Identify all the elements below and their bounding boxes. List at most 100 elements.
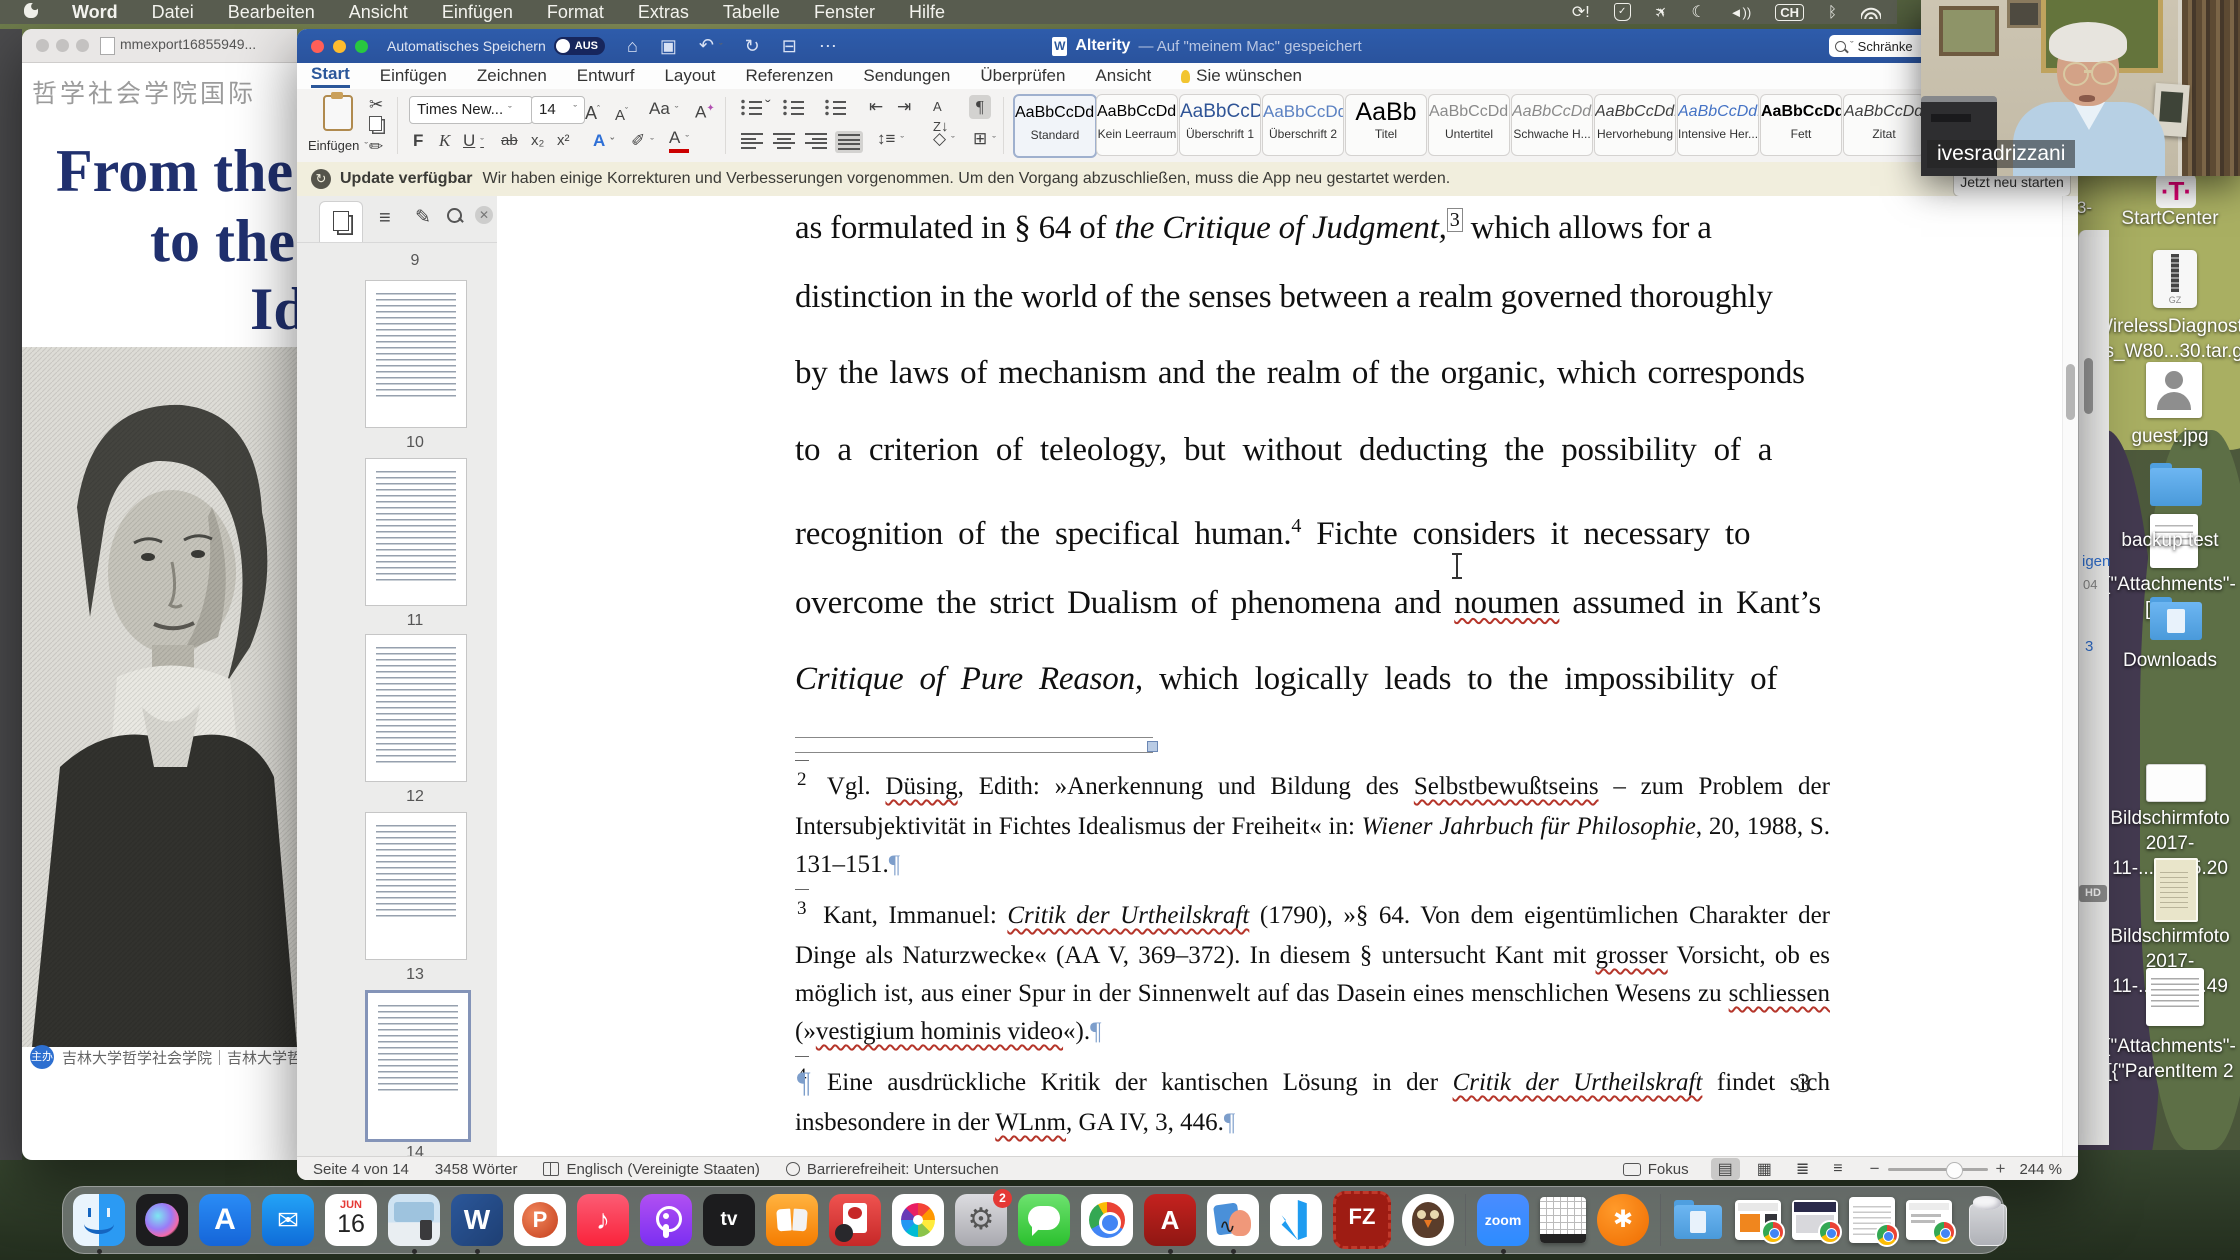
footnotes-block[interactable]: 2 Vgl. Düsing, Edith: »Anerkennung und B… [795, 768, 1830, 1155]
wifi-icon[interactable] [1861, 5, 1881, 19]
change-case-icon[interactable]: Aaˇ [649, 99, 678, 121]
line-spacing-icon[interactable]: ↕≡ˇ [877, 129, 904, 151]
dock-messages[interactable] [1018, 1194, 1070, 1246]
highlight-icon[interactable]: ✐ˇ [631, 131, 654, 153]
desktop-icon-label[interactable]: guest.jpg [2095, 424, 2240, 449]
multilevel-list-icon[interactable] [825, 99, 847, 116]
launcher-icon[interactable]: ✈ [1650, 1, 1672, 23]
dock-photos[interactable] [892, 1194, 944, 1246]
dock-sketch-app[interactable]: ∿ [1207, 1194, 1259, 1246]
link-fragment[interactable]: igen [2082, 553, 2110, 570]
align-center-icon[interactable] [773, 133, 795, 149]
desktop-icon-label[interactable]: {"Attachments"- [{"ParentItem 2 [2095, 1034, 2240, 1084]
tell-me-item[interactable]: Sie wünschen [1181, 66, 1302, 86]
text-effects-icon[interactable]: Aˇ [593, 131, 614, 153]
style-hervorhebung[interactable]: AaBbCcDdEeHervorhebung [1594, 94, 1676, 156]
minimize-button[interactable] [333, 40, 346, 53]
format-painter-icon[interactable]: ✏ [369, 137, 383, 157]
style-intensive-hervorhebung[interactable]: AaBbCcDdEeIntensive Her... [1677, 94, 1759, 156]
underline-button[interactable]: Uˇ [463, 131, 484, 153]
dock-podcasts[interactable] [640, 1194, 692, 1246]
dock-finder[interactable] [73, 1194, 125, 1246]
search-tab-icon[interactable] [447, 208, 462, 228]
dock-calendar[interactable]: JUN16 [325, 1194, 377, 1246]
search-field[interactable]: ˇ Schränke [1829, 35, 1933, 57]
footnote-4[interactable]: 4 Eine ausdrückliche Kritik der kantisch… [795, 1064, 1830, 1142]
tab-ansicht[interactable]: Ansicht [1095, 66, 1151, 86]
footnote-3[interactable]: 3 Kant, Immanuel: Critik der Urtheilskra… [795, 897, 1830, 1051]
zoom-slider[interactable] [1888, 1168, 1988, 1171]
dock-minimized-chrome-window-1[interactable] [1735, 1200, 1781, 1240]
shrink-font-icon[interactable]: Aˇ [615, 101, 628, 126]
dock-trash[interactable] [1967, 1196, 2007, 1244]
page-indicator[interactable]: Seite 4 von 14 [313, 1161, 409, 1178]
backup-folder-icon[interactable] [2150, 468, 2202, 508]
menu-fenster[interactable]: Fenster [814, 2, 875, 23]
align-left-icon[interactable] [741, 133, 763, 149]
tab-entwurf[interactable]: Entwurf [577, 66, 635, 86]
menu-format[interactable]: Format [547, 2, 604, 23]
desktop-icon-label[interactable]: backup test [2095, 528, 2240, 553]
page-thumbnail-13[interactable] [365, 812, 467, 960]
dock-downloads-folder[interactable] [1672, 1194, 1724, 1246]
dock-vscode[interactable] [1270, 1194, 1322, 1246]
dock-photo-card-app[interactable] [829, 1194, 881, 1246]
autosave-toggle[interactable]: AUS [554, 37, 605, 55]
tab-zeichnen[interactable]: Zeichnen [477, 66, 547, 86]
increase-indent-icon[interactable]: ⇥ [897, 97, 911, 117]
italic-button[interactable]: K [439, 131, 450, 151]
superscript-button[interactable]: x² [557, 131, 570, 151]
menu-ansicht[interactable]: Ansicht [349, 2, 408, 23]
bluetooth-icon[interactable]: ᛒ [1828, 4, 1837, 21]
downloads-folder-icon[interactable] [2150, 602, 2202, 642]
dock-music[interactable]: ♪ [577, 1194, 629, 1246]
input-source-menu[interactable]: CH [1775, 4, 1804, 21]
style-ueberschrift-1[interactable]: AaBbCcDÜberschrift 1 [1179, 94, 1261, 156]
document-scrollbar[interactable] [2062, 196, 2078, 1156]
zoom-in-button[interactable]: + [1996, 1159, 2006, 1179]
dock-siri[interactable] [136, 1194, 188, 1246]
align-right-icon[interactable] [805, 133, 827, 149]
style-fett[interactable]: AaBbCcDdEeFett [1760, 94, 1842, 156]
print-icon[interactable]: ⊟ [782, 29, 797, 63]
copy-icon[interactable] [369, 116, 382, 136]
tab-einfuegen[interactable]: Einfügen [380, 66, 447, 86]
tab-start[interactable]: Start [311, 64, 350, 88]
dock-appstore[interactable]: A [199, 1194, 251, 1246]
desktop-icon-label[interactable]: StartCenter [2095, 206, 2240, 231]
volume-icon[interactable]: ◄)) [1730, 5, 1752, 20]
strikethrough-button[interactable]: ab [501, 131, 518, 151]
show-formatting-marks-icon[interactable]: ¶ [969, 95, 991, 119]
screenshot-doc-icon[interactable] [2154, 858, 2198, 922]
dock-settings[interactable]: ⚙2 [955, 1194, 1007, 1246]
grow-font-icon[interactable]: Aˆ [585, 99, 600, 123]
tab-layout[interactable]: Layout [664, 66, 715, 86]
moon-icon[interactable]: ☾ [1691, 2, 1705, 22]
paste-button[interactable]: Einfügenˇ [307, 95, 369, 155]
document-page[interactable]: as formulated in § 64 of the Critique of… [497, 196, 2062, 1156]
web-layout-view-button[interactable]: ▦ [1750, 1158, 1779, 1180]
bullet-list-icon[interactable] [741, 99, 763, 116]
dock-powerpoint[interactable]: P [514, 1194, 566, 1246]
dock-word[interactable]: W [451, 1194, 503, 1246]
shield-icon[interactable]: ✓ [1614, 3, 1631, 21]
style-schwache-hervorhebung[interactable]: AaBbCcDdEeSchwache H... [1511, 94, 1593, 156]
dock-mail[interactable]: ✉ [262, 1194, 314, 1246]
minimize-button[interactable] [56, 39, 69, 52]
footnote-2[interactable]: 2 Vgl. Düsing, Edith: »Anerkennung und B… [795, 768, 1830, 884]
tab-ueberpruefen[interactable]: Überprüfen [980, 66, 1065, 86]
save-icon[interactable]: ▣ [660, 29, 677, 63]
apple-menu[interactable] [24, 2, 38, 23]
clear-formatting-icon[interactable]: A✦ [695, 99, 715, 123]
targz-file-icon[interactable]: GZ [2153, 250, 2197, 308]
shading-icon[interactable]: ◇ˇ [933, 129, 955, 151]
desktop-icon-label[interactable]: WirelessDiagnosti cs_W80...30.tar.gz [2095, 314, 2240, 364]
zoom-slider-knob[interactable] [1946, 1162, 1963, 1179]
scrollbar-thumb[interactable] [2084, 358, 2093, 414]
app-menu-word[interactable]: Word [72, 2, 118, 23]
close-sidebar-icon[interactable]: ✕ [475, 206, 493, 224]
decrease-indent-icon[interactable]: ⇤ [869, 97, 883, 117]
pages-tab-icon[interactable] [319, 201, 363, 242]
menu-datei[interactable]: Datei [152, 2, 194, 23]
desktop-icon-label[interactable]: Downloads [2095, 648, 2240, 673]
